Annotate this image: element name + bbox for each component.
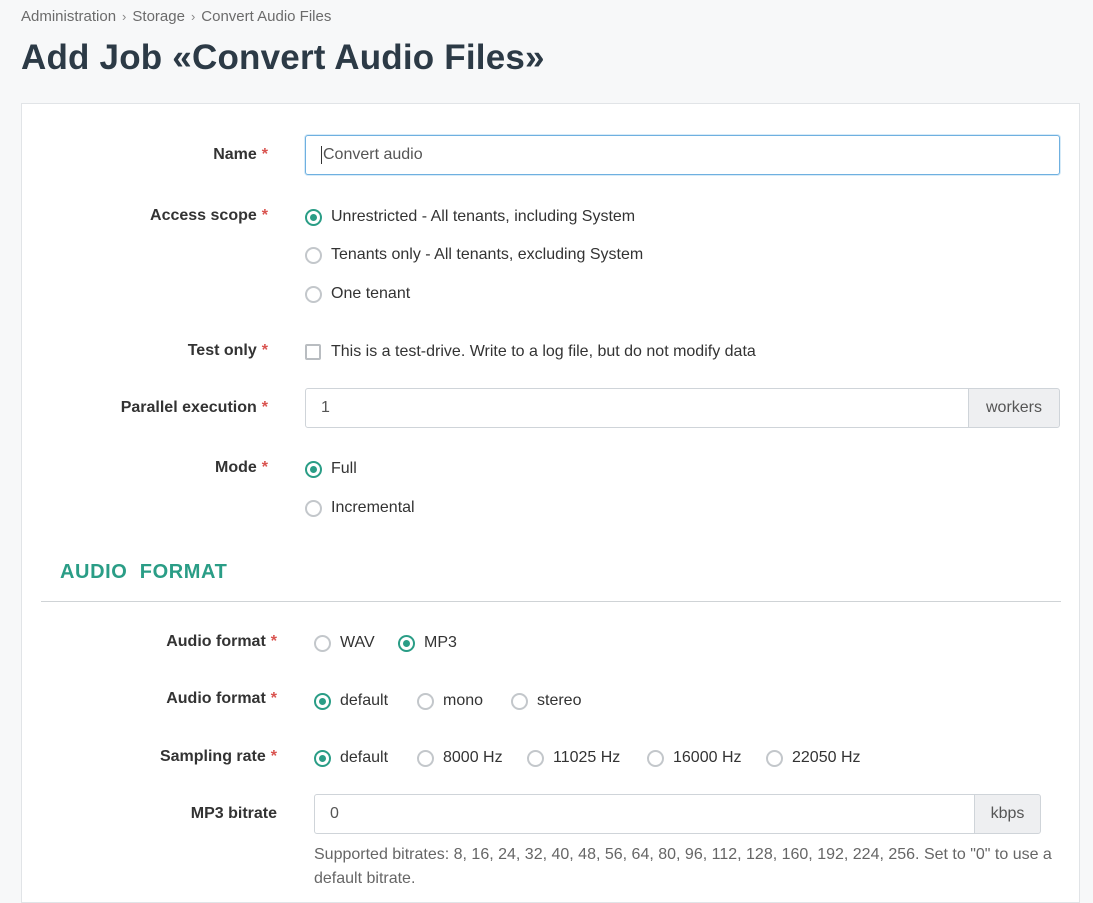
mp3-bitrate-value: 0 bbox=[330, 805, 339, 822]
test-only-checkbox-row[interactable]: This is a test-drive. Write to a log fil… bbox=[305, 343, 756, 361]
required-marker: * bbox=[270, 690, 277, 707]
sampling-default[interactable]: default bbox=[314, 749, 388, 767]
access-scope-one-tenant[interactable]: One tenant bbox=[305, 285, 410, 303]
page-title: Add Job «Convert Audio Files» bbox=[21, 38, 545, 77]
section-divider bbox=[41, 601, 1061, 602]
radio-icon[interactable] bbox=[417, 692, 434, 710]
parallel-execution-label: Parallel execution * bbox=[120, 399, 268, 416]
sampling-8000[interactable]: 8000 Hz bbox=[417, 749, 503, 767]
radio-icon[interactable] bbox=[647, 749, 664, 767]
chevron-right-icon: › bbox=[190, 9, 196, 24]
name-input-value: Convert audio bbox=[323, 146, 423, 163]
radio-icon[interactable] bbox=[314, 634, 331, 652]
audio-format-wav[interactable]: WAV bbox=[314, 634, 375, 652]
radio-icon[interactable] bbox=[511, 692, 528, 710]
radio-selected-icon[interactable] bbox=[305, 460, 322, 478]
required-marker: * bbox=[261, 342, 268, 359]
required-marker: * bbox=[261, 459, 268, 476]
required-marker: * bbox=[261, 146, 268, 163]
audio-format-section-title: AUDIO FORMAT bbox=[60, 561, 228, 583]
audio-format-mp3[interactable]: MP3 bbox=[398, 634, 457, 652]
workers-addon: workers bbox=[968, 388, 1060, 428]
required-marker: * bbox=[261, 207, 268, 224]
radio-icon[interactable] bbox=[527, 749, 544, 767]
radio-icon[interactable] bbox=[417, 749, 434, 767]
required-marker: * bbox=[270, 633, 277, 650]
access-scope-unrestricted[interactable]: Unrestricted - All tenants, including Sy… bbox=[305, 208, 635, 226]
radio-icon[interactable] bbox=[766, 749, 783, 767]
breadcrumb-current: Convert Audio Files bbox=[201, 8, 332, 25]
mp3-bitrate-input[interactable]: 0 bbox=[314, 794, 975, 834]
parallel-execution-input[interactable]: 1 bbox=[305, 388, 969, 428]
required-marker: * bbox=[270, 748, 277, 765]
radio-icon[interactable] bbox=[305, 499, 322, 517]
required-marker: * bbox=[261, 399, 268, 416]
radio-icon[interactable] bbox=[305, 246, 322, 264]
job-form-panel: Name * Convert audio Access scope * Unrest… bbox=[21, 103, 1080, 903]
parallel-execution-value: 1 bbox=[321, 399, 330, 416]
chevron-right-icon: › bbox=[122, 9, 127, 24]
radio-selected-icon[interactable] bbox=[305, 208, 322, 226]
mode-incremental[interactable]: Incremental bbox=[305, 499, 415, 517]
sampling-22050[interactable]: 22050 Hz bbox=[766, 749, 861, 767]
name-input[interactable]: Convert audio bbox=[305, 135, 1060, 175]
test-only-label: Test only * bbox=[187, 342, 268, 359]
text-caret bbox=[321, 146, 322, 164]
sampling-16000[interactable]: 16000 Hz bbox=[647, 749, 742, 767]
breadcrumb-storage[interactable]: Storage bbox=[132, 8, 185, 25]
sampling-11025[interactable]: 11025 Hz bbox=[527, 749, 620, 767]
channels-default[interactable]: default bbox=[314, 692, 388, 710]
mp3-bitrate-label: MP3 bitrate bbox=[190, 805, 277, 822]
radio-selected-icon[interactable] bbox=[314, 692, 331, 710]
bitrate-help-text: Supported bitrates: 8, 16, 24, 32, 40, 4… bbox=[314, 846, 1052, 887]
mode-label: Mode * bbox=[214, 459, 268, 476]
radio-selected-icon[interactable] bbox=[398, 634, 415, 652]
radio-icon[interactable] bbox=[305, 285, 322, 303]
kbps-addon: kbps bbox=[974, 794, 1041, 834]
channels-mono[interactable]: mono bbox=[417, 692, 483, 710]
breadcrumb: Administration › Storage › Convert Audio… bbox=[21, 8, 331, 25]
access-scope-label: Access scope * bbox=[150, 207, 268, 224]
name-label: Name * bbox=[213, 146, 268, 163]
audio-format-label: Audio format * bbox=[166, 633, 277, 650]
mode-full[interactable]: Full bbox=[305, 460, 357, 478]
access-scope-tenants-only[interactable]: Tenants only - All tenants, excluding Sy… bbox=[305, 246, 643, 264]
radio-selected-icon[interactable] bbox=[314, 749, 331, 767]
checkbox-icon[interactable] bbox=[305, 344, 321, 360]
sampling-rate-label: Sampling rate * bbox=[159, 748, 277, 765]
audio-channels-label: Audio format * bbox=[166, 690, 277, 707]
breadcrumb-administration[interactable]: Administration bbox=[21, 8, 116, 25]
channels-stereo[interactable]: stereo bbox=[511, 692, 581, 710]
